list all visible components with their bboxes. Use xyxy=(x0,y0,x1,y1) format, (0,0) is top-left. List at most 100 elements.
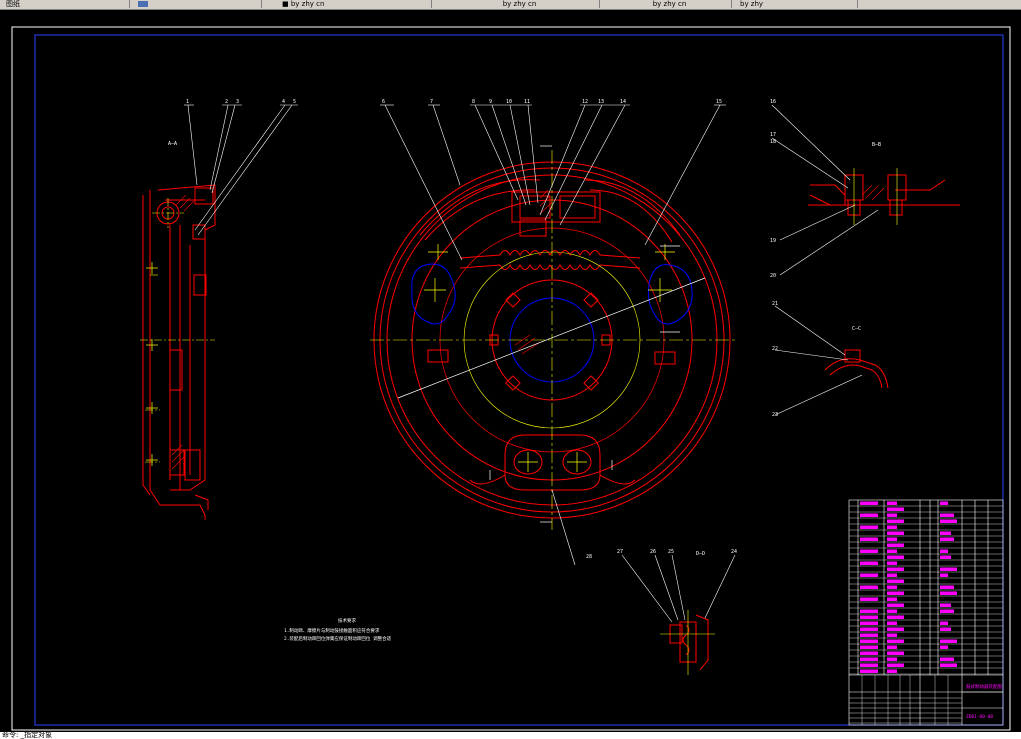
bom-entry-mark xyxy=(887,567,904,571)
part-number-3: 3 xyxy=(236,99,239,105)
part-number-2: 2 xyxy=(225,99,228,105)
part-number-27: 27 xyxy=(617,549,623,555)
section-a-a-hatching xyxy=(171,194,195,470)
bom-entry-mark xyxy=(887,615,904,619)
drawing-tab-3[interactable]: ■ by zhy cn xyxy=(276,0,432,8)
part-number-15: 15 xyxy=(716,99,722,105)
bom-entry-mark xyxy=(887,645,897,649)
bom-code-mark xyxy=(860,573,878,577)
part-number-1: 1 xyxy=(186,99,189,105)
drawing-tab-6[interactable]: by zhy xyxy=(734,0,858,8)
bom-material-mark xyxy=(940,501,948,505)
tab-icon xyxy=(138,1,148,7)
bom-material-mark xyxy=(940,573,948,577)
bom-material-mark xyxy=(940,585,954,589)
leaders-c-c xyxy=(774,305,863,416)
drawing-tab-1[interactable]: 图纸 xyxy=(0,0,130,8)
bom-code-mark xyxy=(860,585,878,589)
bom-material-mark xyxy=(940,603,951,607)
bom-material-mark xyxy=(940,519,957,523)
section-cut-marks xyxy=(489,145,680,523)
part-number-20: 20 xyxy=(770,273,776,279)
bom-material-mark xyxy=(940,531,951,535)
bom-material-mark xyxy=(940,609,954,613)
part-numbers-left: 1 2 3 4 5 xyxy=(186,99,296,105)
bom-entry-mark xyxy=(887,597,897,601)
bom-entry-mark xyxy=(887,519,904,523)
bom-entry-mark xyxy=(887,507,904,511)
bom-entry-mark xyxy=(887,603,904,607)
drawing-tab-4[interactable]: by zhy cn xyxy=(434,0,600,8)
bom-material-mark xyxy=(940,639,957,643)
tech-req-line-1: 1.制动蹄、摩擦片与制动鼓接触面积应符合要求 xyxy=(284,627,380,634)
drawing-tab-2[interactable] xyxy=(132,0,262,8)
leaders-d-d xyxy=(621,554,736,623)
bom-entry-mark xyxy=(887,555,904,559)
bom-entry-mark xyxy=(887,525,897,529)
drawing-canvas[interactable]: A—A 1 2 3 4 5 6 7 8 9 10 11 12 13 14 15 … xyxy=(0,10,1021,732)
bom-entry-mark xyxy=(887,591,904,595)
bom-entry-mark xyxy=(887,573,897,577)
bom-entry-mark xyxy=(887,657,897,661)
bom-code-mark xyxy=(860,615,878,619)
part-number-28: 28 xyxy=(586,554,592,560)
part-number-8: 8 xyxy=(472,99,475,105)
section-view-a-a xyxy=(142,184,216,520)
bom-entry-mark xyxy=(887,651,904,655)
part-number-19: 19 xyxy=(770,238,776,244)
bom-code-mark xyxy=(860,633,878,637)
leaders-left xyxy=(184,104,298,236)
bom-entry-mark xyxy=(887,501,897,505)
part-number-14: 14 xyxy=(620,99,626,105)
bom-material-mark xyxy=(940,555,951,559)
section-label-b-b: B—B xyxy=(872,142,881,148)
drawing-title: 鼓式制动器装配图 xyxy=(966,683,1002,690)
part-number-6: 6 xyxy=(382,99,385,105)
bom-code-mark xyxy=(860,549,878,553)
section-label-c-c: C—C xyxy=(852,326,861,332)
drawing-tab-5[interactable]: by zhy cn xyxy=(602,0,732,8)
main-view-hatching xyxy=(514,189,553,355)
bom-material-mark xyxy=(940,621,948,625)
bom-entry-mark xyxy=(887,585,897,589)
part-number-24: 24 xyxy=(731,549,737,555)
bom-material-mark xyxy=(940,645,948,649)
dimension-line-diameter xyxy=(397,277,706,399)
part-number-25: 25 xyxy=(668,549,674,555)
main-view-centerlines xyxy=(370,150,735,530)
bom-code-mark xyxy=(860,621,878,625)
technical-requirements: 技术要求 1.制动蹄、摩擦片与制动鼓接触面积应符合要求 2.装配后制动蹄回位弹簧… xyxy=(284,617,392,642)
bom-entry-mark xyxy=(887,549,897,553)
part-number-16: 16 xyxy=(770,99,776,105)
part-number-17: 17 xyxy=(770,132,776,138)
part-number-21: 21 xyxy=(772,301,778,307)
cad-drawing: A—A 1 2 3 4 5 6 7 8 9 10 11 12 13 14 15 … xyxy=(11,26,1011,731)
bom-code-mark xyxy=(860,663,878,667)
bom-material-mark xyxy=(940,591,957,595)
command-line[interactable]: 命令: _指定对象 xyxy=(0,732,1021,739)
bom-code-mark xyxy=(860,597,878,601)
section-a-a-centerlines xyxy=(140,198,215,463)
main-view-crosshairs xyxy=(424,244,675,472)
part-number-11: 11 xyxy=(524,99,530,105)
bom-code-mark xyxy=(860,639,878,643)
part-number-7: 7 xyxy=(430,99,433,105)
tech-req-title: 技术要求 xyxy=(338,617,356,624)
bom-code-mark xyxy=(860,537,878,541)
part-number-4: 4 xyxy=(282,99,285,105)
drawing-tab-bar: 图纸 ■ by zhy cn by zhy cn by zhy cn by zh… xyxy=(0,0,1021,10)
bom-entry-mark xyxy=(887,537,897,541)
leaders-b-b xyxy=(771,104,879,276)
part-number-26: 26 xyxy=(650,549,656,555)
part-numbers-c-c: 21 22 23 xyxy=(772,301,778,418)
bom-entry-mark xyxy=(887,531,904,535)
bom-material-mark xyxy=(940,627,951,631)
bom-material-mark xyxy=(940,537,954,541)
bom-code-mark xyxy=(860,501,878,505)
bom-material-mark xyxy=(940,657,954,661)
bom-entry-mark xyxy=(887,561,897,565)
bom-entry-mark xyxy=(887,609,897,613)
part-number-9: 9 xyxy=(489,99,492,105)
bom-code-mark xyxy=(860,609,878,613)
bom-code-mark xyxy=(860,561,878,565)
